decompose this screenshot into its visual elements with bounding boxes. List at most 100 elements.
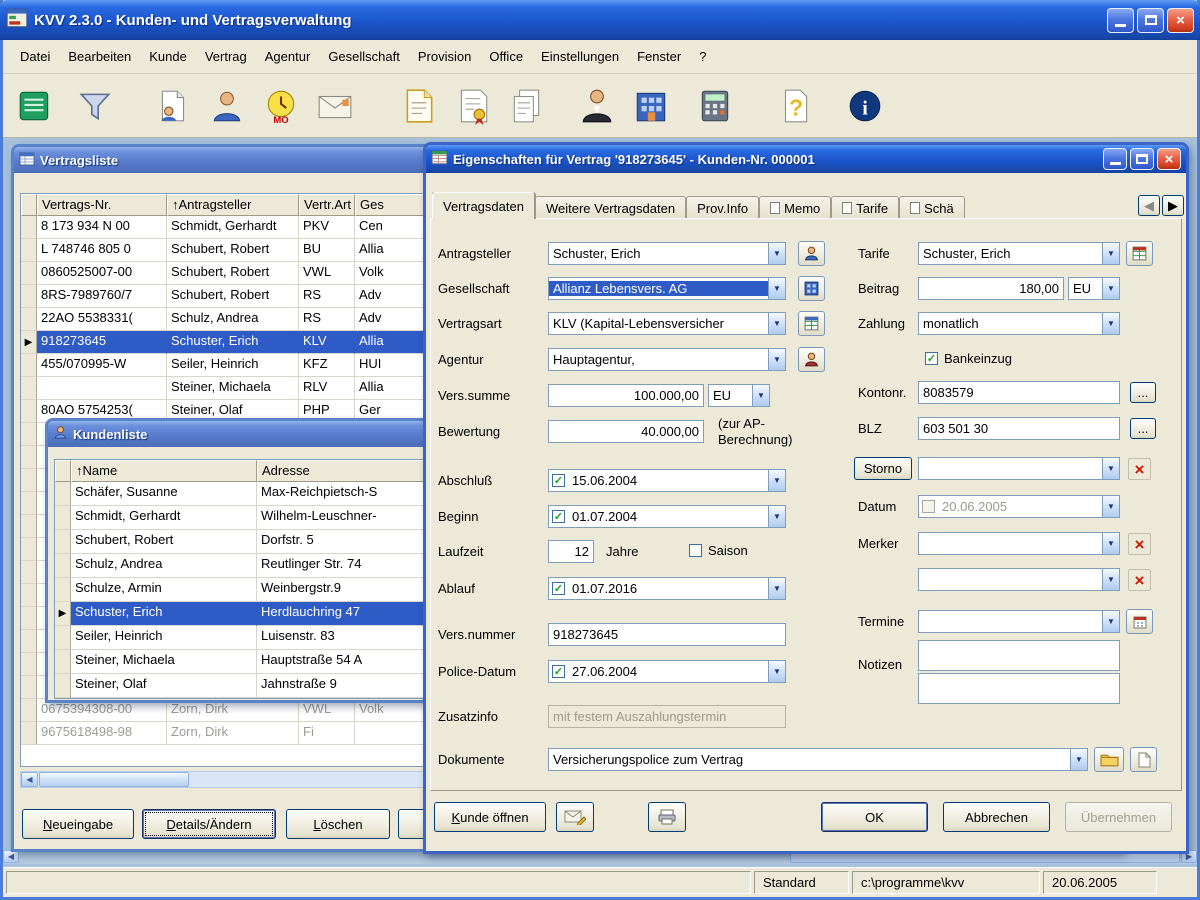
bankeinzug-checkbox[interactable]: ✓: [925, 352, 938, 365]
abbrechen-button[interactable]: Abbrechen: [943, 802, 1050, 832]
bank-icon[interactable]: [627, 78, 675, 134]
document-icon[interactable]: [395, 78, 443, 134]
tabs-scroll-left-button[interactable]: ◀: [1138, 195, 1160, 216]
abschluss-checkbox[interactable]: ✓: [552, 474, 565, 487]
close-button[interactable]: ×: [1167, 8, 1194, 33]
ablauf-checkbox[interactable]: ✓: [552, 582, 565, 595]
vertragsart-combo[interactable]: KLV (Kapital-Lebensversicher▼: [548, 312, 786, 335]
menu-einstellungen[interactable]: Einstellungen: [532, 44, 628, 69]
maximize-button[interactable]: [1137, 8, 1164, 33]
new-contract-icon[interactable]: [149, 78, 197, 134]
blz-browse-button[interactable]: ...: [1130, 418, 1156, 439]
merker-clear-icon-2[interactable]: ×: [1128, 569, 1151, 591]
termine-combo[interactable]: ▼: [918, 610, 1120, 633]
header-antragsteller[interactable]: ↑Antragsteller: [167, 194, 299, 216]
certificate-icon[interactable]: [449, 78, 497, 134]
serienbrief-button[interactable]: [556, 802, 594, 832]
notizen-input-1[interactable]: [918, 640, 1120, 671]
tab-weitere-vertragsdaten[interactable]: Weitere Vertragsdaten: [535, 196, 686, 219]
dialog-titlebar[interactable]: Eigenschaften für Vertrag '918273645' - …: [426, 145, 1186, 173]
beginn-date-combo[interactable]: ✓01.07.2004▼: [548, 505, 786, 528]
vertragsart-table-button[interactable]: [798, 311, 825, 336]
antragsteller-combo[interactable]: Schuster, Erich▼: [548, 242, 786, 265]
menu-agentur[interactable]: Agentur: [256, 44, 320, 69]
open-customer-button[interactable]: [798, 241, 825, 266]
storno-clear-icon[interactable]: ×: [1128, 458, 1151, 480]
menu-vertrag[interactable]: Vertrag: [196, 44, 256, 69]
header-name[interactable]: ↑Name: [71, 460, 257, 482]
kontonr-input[interactable]: 8083579: [918, 381, 1120, 404]
vers-nummer-input[interactable]: 918273645: [548, 623, 786, 646]
termine-calendar-button[interactable]: [1126, 609, 1153, 634]
blz-input[interactable]: 603 501 30: [918, 417, 1120, 440]
tab-tarife[interactable]: Tarife: [831, 196, 899, 219]
notizen-input-2[interactable]: [918, 673, 1120, 704]
zahlung-combo[interactable]: monatlich▼: [918, 312, 1120, 335]
police-datum-checkbox[interactable]: ✓: [552, 665, 565, 678]
menu-provision[interactable]: Provision: [409, 44, 480, 69]
menu-gesellschaft[interactable]: Gesellschaft: [319, 44, 409, 69]
dokumente-combo[interactable]: Versicherungspolice zum Vertrag▼: [548, 748, 1088, 771]
calculator-icon[interactable]: [691, 78, 739, 134]
beginn-checkbox[interactable]: ✓: [552, 510, 565, 523]
bewertung-input[interactable]: 40.000,00: [548, 420, 704, 443]
menu-office[interactable]: Office: [480, 44, 532, 69]
open-folder-button[interactable]: [1094, 747, 1124, 772]
kunde-oeffnen-button[interactable]: Kunde öffnen: [434, 802, 546, 832]
gesellschaft-combo[interactable]: Allianz Lebensvers. AG▼: [548, 277, 786, 300]
reminder-icon[interactable]: MO: [257, 78, 305, 134]
bankeinzug-checkbox-row[interactable]: ✓Bankeinzug: [922, 351, 1012, 366]
beitrag-currency-combo[interactable]: EU▼: [1068, 277, 1120, 300]
laufzeit-input[interactable]: 12: [548, 540, 594, 563]
merker-combo-1[interactable]: ▼: [918, 532, 1120, 555]
ok-button[interactable]: OK: [821, 802, 928, 832]
dialog-close-button[interactable]: ×: [1157, 148, 1181, 170]
help-icon[interactable]: ?: [771, 78, 819, 134]
menu-datei[interactable]: Datei: [11, 44, 59, 69]
info-icon[interactable]: i: [841, 78, 889, 134]
minimize-button[interactable]: [1107, 8, 1134, 33]
saison-checkbox-row[interactable]: ✓Saison: [686, 543, 748, 558]
scrollbar-thumb[interactable]: [39, 772, 189, 787]
kontonr-browse-button[interactable]: ...: [1130, 382, 1156, 403]
database-icon[interactable]: [11, 78, 59, 134]
tab-vertragsdaten[interactable]: Vertragsdaten: [432, 192, 535, 219]
copies-icon[interactable]: [503, 78, 551, 134]
tarife-combo[interactable]: Schuster, Erich▼: [918, 242, 1120, 265]
police-datum-combo[interactable]: ✓27.06.2004▼: [548, 660, 786, 683]
print-button[interactable]: [648, 802, 686, 832]
customer-icon[interactable]: [203, 78, 251, 134]
details-aendern-button[interactable]: Details/Ändern: [142, 809, 276, 839]
saison-checkbox[interactable]: ✓: [689, 544, 702, 557]
header-vertrart[interactable]: Vertr.Art: [299, 194, 355, 216]
filter-icon[interactable]: [71, 78, 119, 134]
dialog-minimize-button[interactable]: [1103, 148, 1127, 170]
open-gesellschaft-button[interactable]: [798, 276, 825, 301]
tab-schaeden[interactable]: Schä: [899, 196, 965, 219]
ablauf-date-combo[interactable]: ✓01.07.2016▼: [548, 577, 786, 600]
new-document-button[interactable]: [1130, 747, 1157, 772]
abschluss-date-combo[interactable]: ✓15.06.2004▼: [548, 469, 786, 492]
tabs-scroll-right-button[interactable]: ▶: [1162, 195, 1184, 216]
neueingabe-button[interactable]: Neueingabe: [22, 809, 134, 839]
header-vertragsnr[interactable]: Vertrags-Nr.: [37, 194, 167, 216]
tab-memo[interactable]: Memo: [759, 196, 831, 219]
beitrag-input[interactable]: 180,00: [918, 277, 1064, 300]
storno-button[interactable]: Storno: [854, 457, 912, 480]
merker-combo-2[interactable]: ▼: [918, 568, 1120, 591]
vers-summe-input[interactable]: 100.000,00: [548, 384, 704, 407]
merker-clear-icon-1[interactable]: ×: [1128, 533, 1151, 555]
menu-kunde[interactable]: Kunde: [140, 44, 196, 69]
storno-combo[interactable]: ▼: [918, 457, 1120, 480]
menu-hilfe[interactable]: ?: [690, 44, 715, 69]
menu-bearbeiten[interactable]: Bearbeiten: [59, 44, 140, 69]
vers-summe-currency-combo[interactable]: EU▼: [708, 384, 770, 407]
loeschen-button[interactable]: Löschen: [286, 809, 390, 839]
tab-provinfo[interactable]: Prov.Info: [686, 196, 759, 219]
menu-fenster[interactable]: Fenster: [628, 44, 690, 69]
mail-icon[interactable]: [311, 78, 359, 134]
agentur-combo[interactable]: Hauptagentur,▼: [548, 348, 786, 371]
scroll-left-icon[interactable]: ◀: [21, 772, 38, 787]
agent-icon[interactable]: [573, 78, 621, 134]
tarife-table-button[interactable]: [1126, 241, 1153, 266]
